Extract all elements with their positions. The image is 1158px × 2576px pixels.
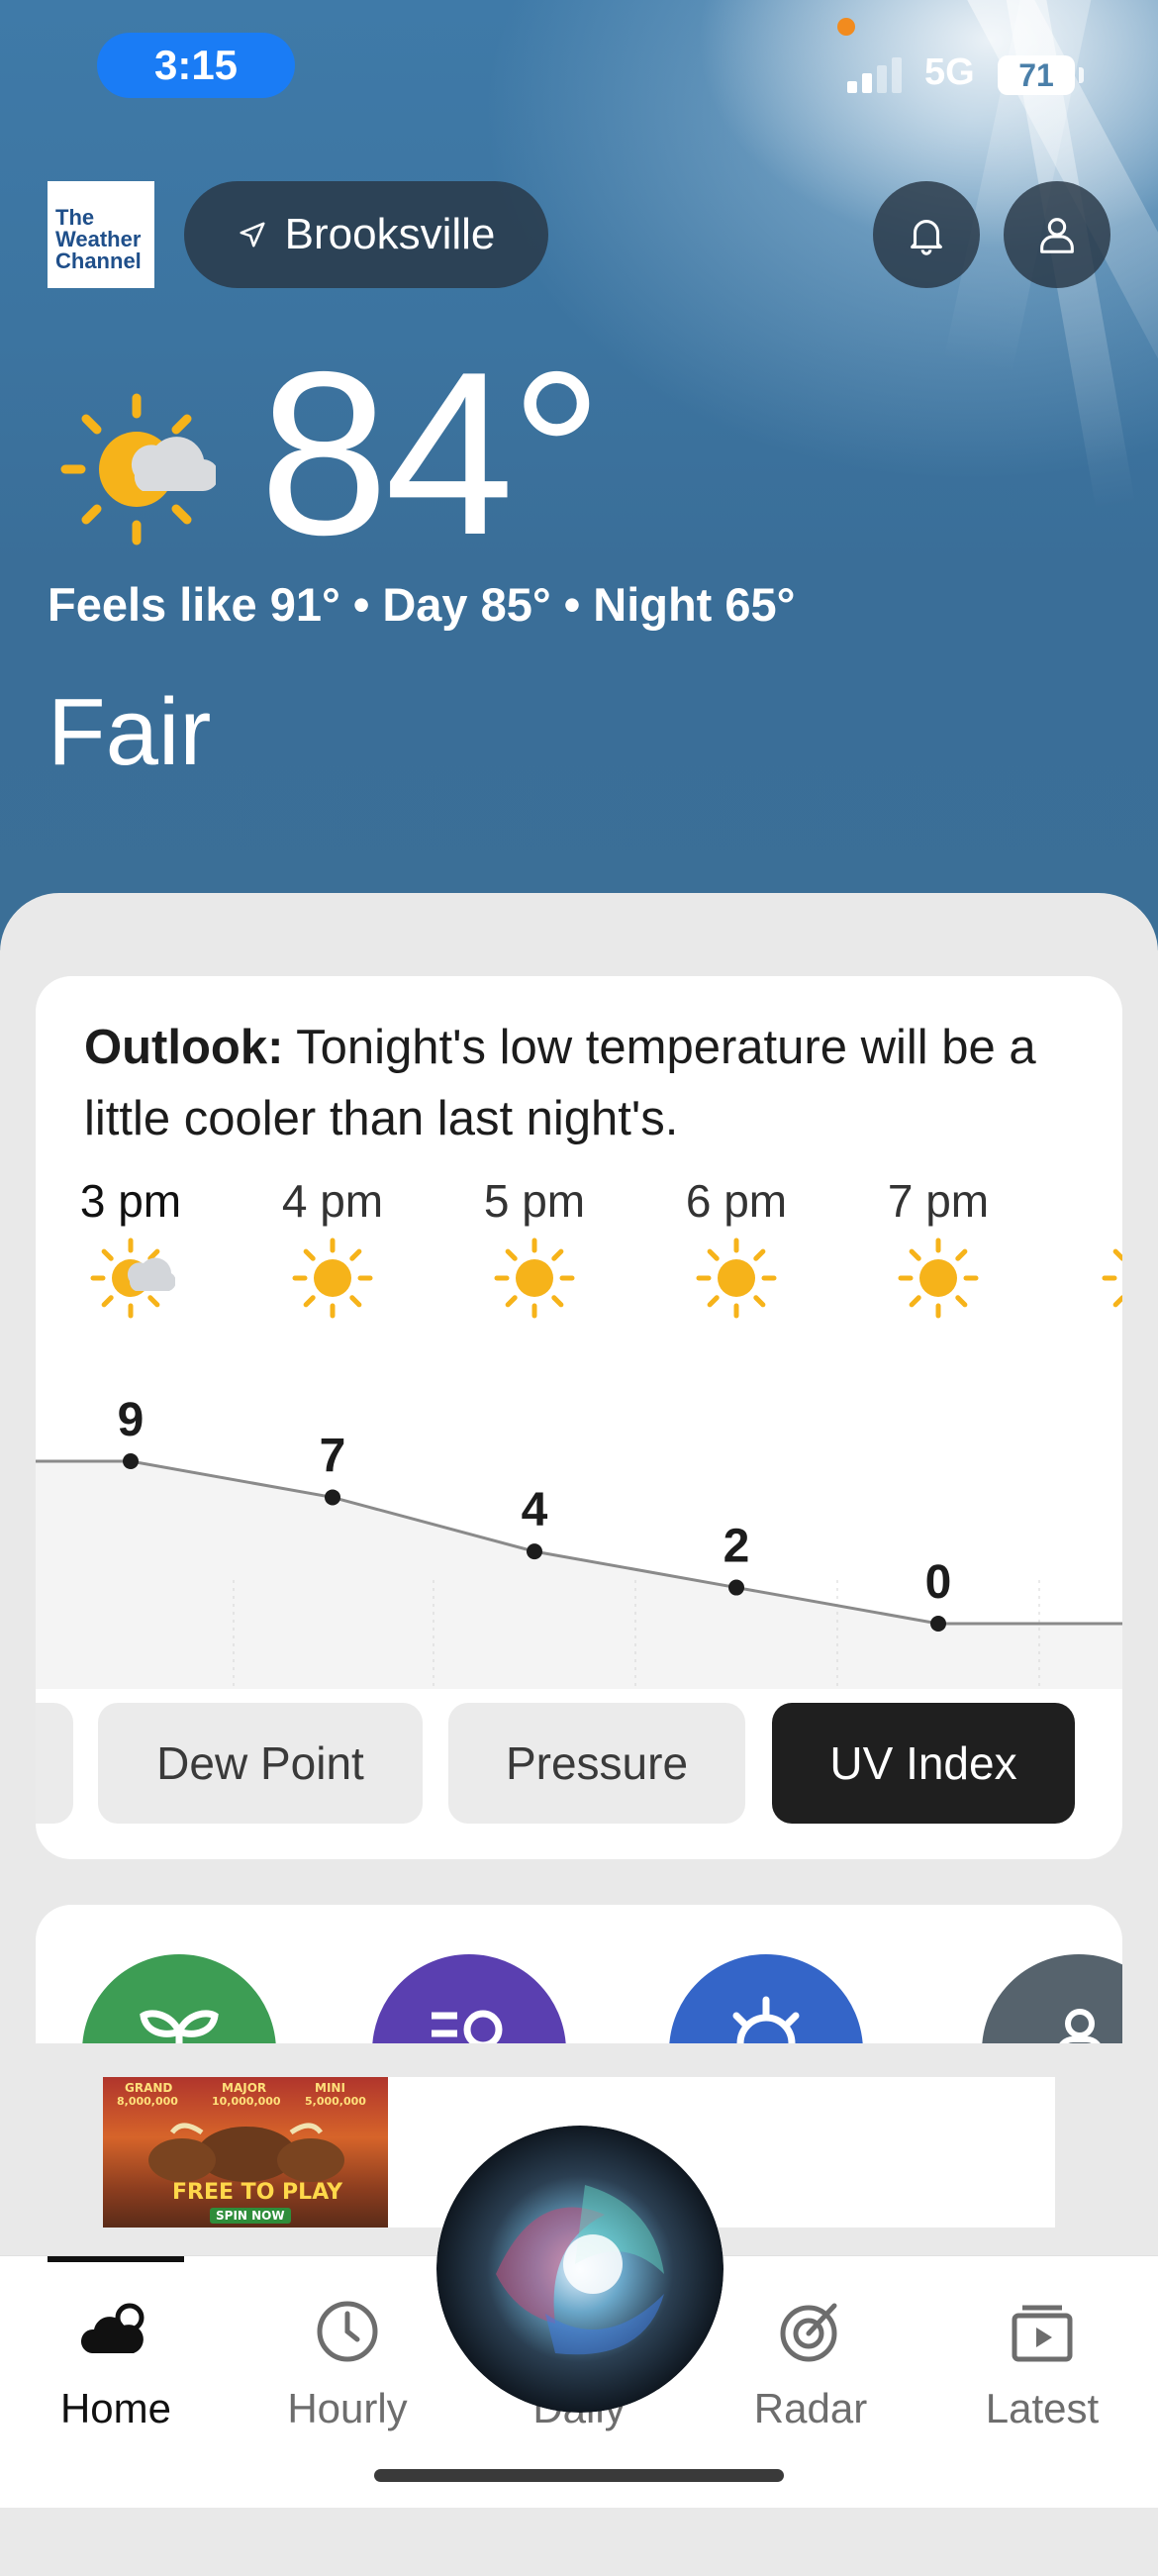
sun-cloud-icon xyxy=(60,393,216,545)
feels-like-summary: Feels like 91° • Day 85° • Night 65° xyxy=(48,578,796,631)
profile-button[interactable] xyxy=(1004,181,1110,288)
uv-data-point xyxy=(930,1616,946,1632)
allergy-circle[interactable] xyxy=(372,1954,566,2043)
uv-data-point xyxy=(325,1489,340,1506)
clock-icon xyxy=(317,2301,378,2362)
filter-icon xyxy=(432,2010,503,2043)
ad-major-value: 10,000,000 xyxy=(212,2095,281,2108)
ad-image[interactable]: GRAND 8,000,000 MAJOR 10,000,000 MINI 5,… xyxy=(103,2077,388,2228)
health-circle[interactable] xyxy=(82,1954,276,2043)
location-name: Brooksville xyxy=(284,210,496,258)
bell-icon xyxy=(911,220,942,255)
notifications-button[interactable] xyxy=(873,181,980,288)
location-button[interactable]: Brooksville xyxy=(184,181,548,288)
ad-grand-label: GRAND xyxy=(125,2081,173,2095)
dew-point-chip[interactable]: Dew Point xyxy=(98,1703,423,1824)
play-icon xyxy=(1012,2305,1073,2362)
uv-data-point xyxy=(123,1453,139,1469)
tab-radar-label: Radar xyxy=(753,2385,868,2431)
uv-index-chip[interactable]: UV Index xyxy=(772,1703,1075,1824)
uv-data-label: 2 xyxy=(724,1521,750,1573)
condition-text: Fair xyxy=(48,679,212,785)
uv-data-label: 9 xyxy=(118,1394,145,1446)
ad-mini-label: MINI xyxy=(315,2081,345,2095)
uv-data-label: 0 xyxy=(925,1556,952,1609)
ad-major-label: MAJOR xyxy=(222,2081,267,2095)
battery-tip xyxy=(1079,67,1084,83)
location-arrow-icon xyxy=(240,222,265,248)
uv-data-label: 4 xyxy=(522,1484,548,1536)
siri-orb[interactable] xyxy=(436,2126,724,2413)
privacy-indicator xyxy=(837,18,855,36)
cloud-icon xyxy=(80,2303,145,2353)
virus-icon xyxy=(732,1996,800,2043)
signal-icon xyxy=(847,57,902,93)
tab-home-label: Home xyxy=(59,2385,172,2431)
feature-card xyxy=(36,1905,1122,2043)
status-time[interactable]: 3:15 xyxy=(97,33,295,98)
ad-grand-value: 8,000,000 xyxy=(117,2095,178,2108)
uv-data-point xyxy=(527,1543,542,1560)
tab-hourly-label: Hourly xyxy=(287,2385,408,2431)
weather-channel-logo[interactable]: The Weather Channel xyxy=(48,181,154,288)
person-icon xyxy=(1059,2009,1101,2043)
current-temperature: 84° xyxy=(259,323,603,583)
battery-icon: 71 xyxy=(998,55,1075,95)
uv-data-label: 7 xyxy=(320,1430,346,1482)
radar-icon xyxy=(780,2303,837,2362)
metric-selector: Dew Point Pressure UV Index xyxy=(36,1703,1122,1824)
tab-latest[interactable]: Latest xyxy=(926,2256,1158,2508)
tab-home[interactable]: Home xyxy=(0,2256,232,2508)
outlook-card: Outlook: Tonight's low temperature will … xyxy=(36,976,1122,1859)
bull-illustration xyxy=(148,2123,344,2182)
home-indicator xyxy=(374,2469,784,2482)
network-type: 5G xyxy=(924,51,975,93)
pressure-chip[interactable]: Pressure xyxy=(448,1703,745,1824)
leaf-icon xyxy=(140,2010,219,2043)
metric-chip-previous[interactable] xyxy=(36,1703,73,1824)
account-circle[interactable] xyxy=(982,1954,1122,2043)
flu-circle[interactable] xyxy=(669,1954,863,2043)
ad-mini-value: 5,000,000 xyxy=(305,2095,366,2108)
person-icon xyxy=(1040,218,1074,253)
tab-latest-label: Latest xyxy=(985,2385,1100,2431)
ad-headline: FREE TO PLAY xyxy=(172,2180,343,2205)
ad-cta[interactable]: SPIN NOW xyxy=(210,2208,291,2224)
uv-data-point xyxy=(728,1579,744,1596)
chart-area xyxy=(36,1461,1122,1689)
